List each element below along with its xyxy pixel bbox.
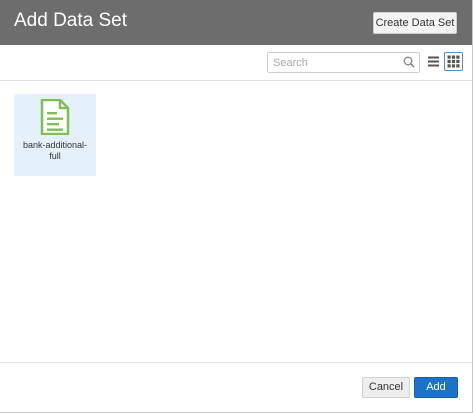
- dialog-header: Add Data Set Create Data Set: [0, 0, 472, 45]
- list-view-icon[interactable]: [427, 55, 440, 68]
- grid-view-icon: [447, 55, 460, 68]
- dataset-grid: bank-additional-full: [0, 81, 472, 361]
- search-icon[interactable]: [403, 56, 415, 68]
- search-box[interactable]: [267, 52, 420, 73]
- add-data-set-dialog: Add Data Set Create Data Set Search bank…: [0, 0, 473, 413]
- create-data-set-button[interactable]: Create Data Set: [373, 12, 457, 34]
- add-button[interactable]: Add: [414, 377, 458, 398]
- toolbar: [0, 45, 472, 81]
- dataset-name: bank-additional-full: [22, 140, 88, 161]
- search-input[interactable]: [273, 55, 393, 70]
- cancel-button[interactable]: Cancel: [362, 377, 410, 398]
- file-document-icon: [40, 99, 70, 135]
- dialog-title: Add Data Set: [14, 10, 128, 31]
- grid-view-button[interactable]: [444, 52, 463, 71]
- dialog-footer: Cancel Add: [0, 362, 472, 413]
- dataset-tile[interactable]: bank-additional-full: [14, 94, 96, 176]
